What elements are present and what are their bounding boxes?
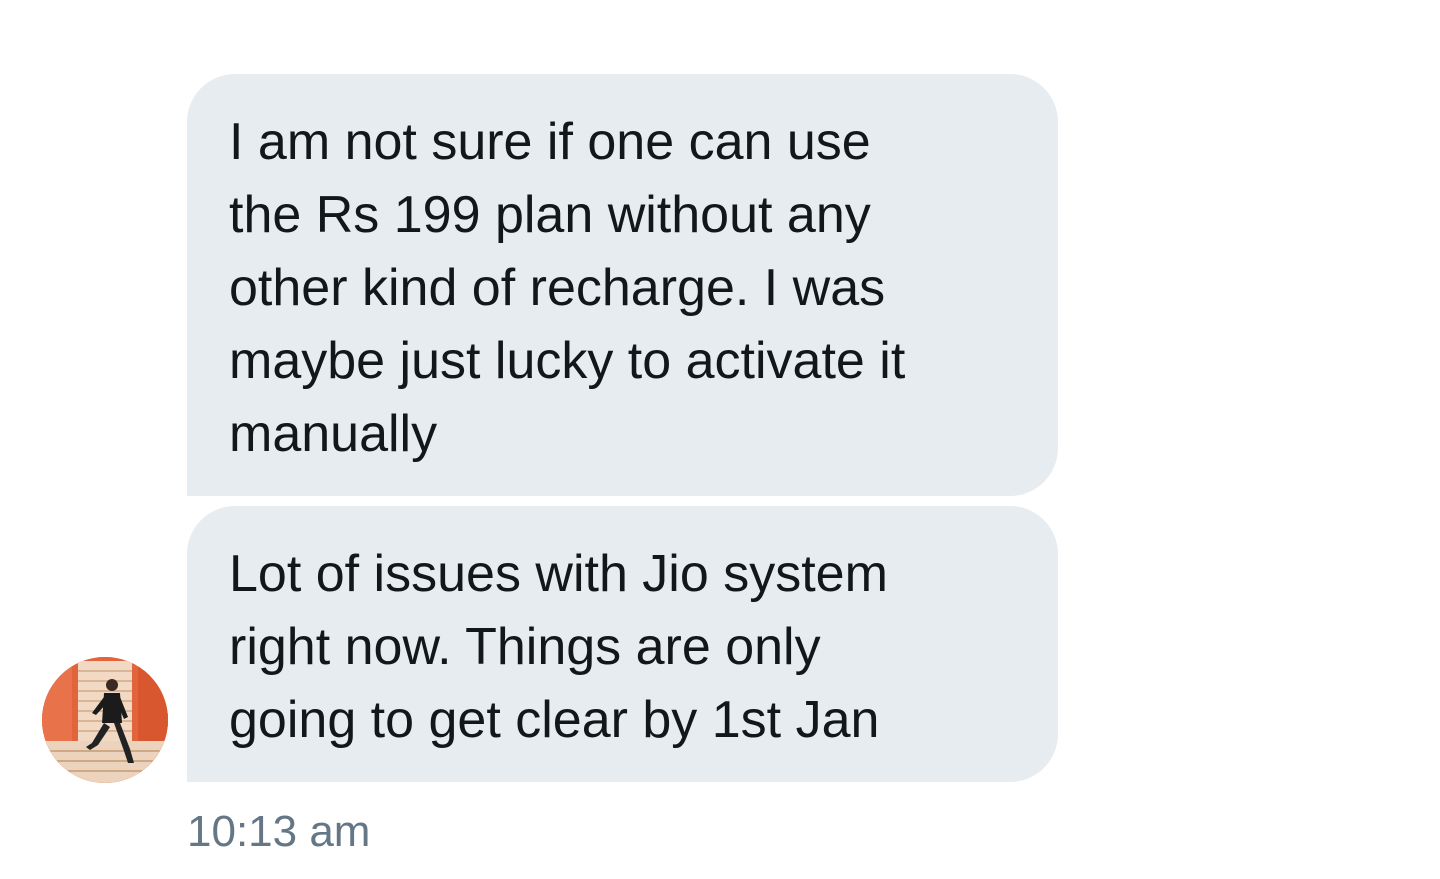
message-timestamp: 10:13 am: [187, 807, 371, 856]
message-bubble[interactable]: Lot of issues with Jio system right now.…: [187, 506, 1058, 782]
user-photo-avatar-icon: [42, 657, 168, 783]
avatar[interactable]: [42, 657, 168, 783]
message-thread: I am not sure if one can use the Rs 199 …: [0, 0, 1440, 879]
message-bubble[interactable]: I am not sure if one can use the Rs 199 …: [187, 74, 1058, 496]
